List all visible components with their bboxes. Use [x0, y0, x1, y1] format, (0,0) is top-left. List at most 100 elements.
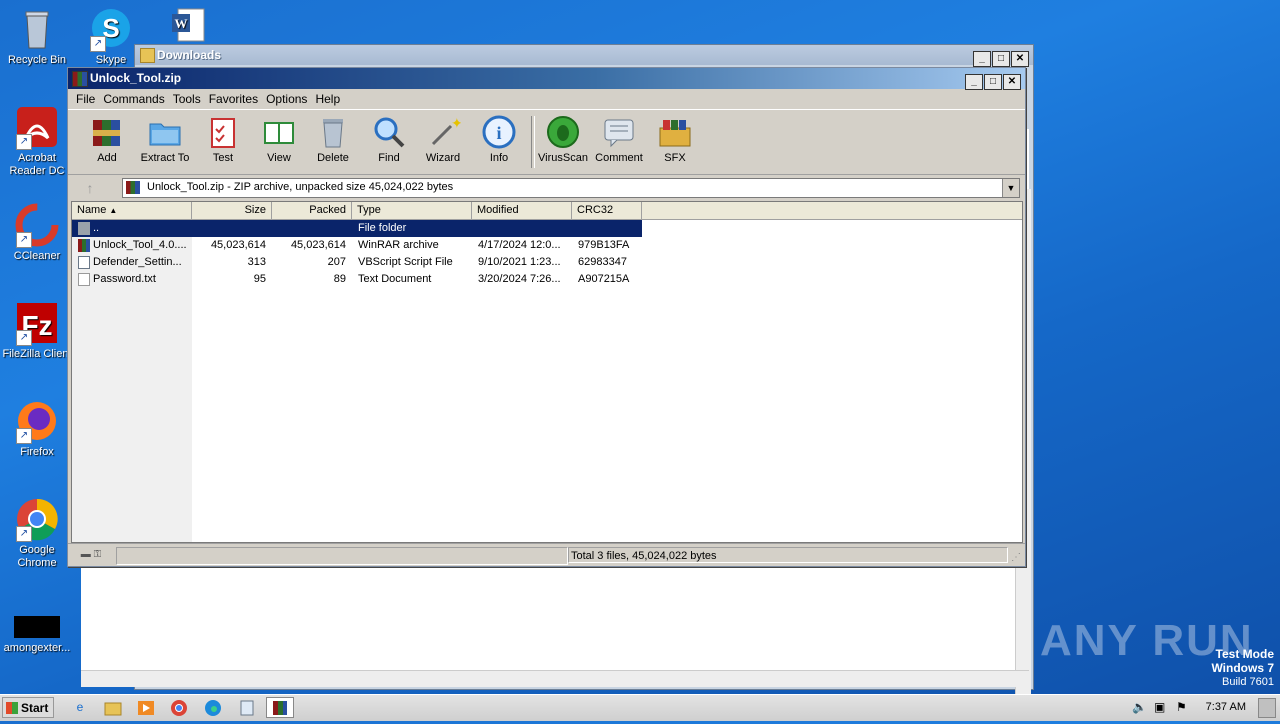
table-row[interactable]: Password.txt 95 89 Text Document 3/20/20… [72, 271, 642, 288]
row-size [192, 220, 266, 237]
up-arrow-icon[interactable]: ↑ [78, 179, 102, 197]
menu-help[interactable]: Help [311, 89, 344, 109]
table-row[interactable]: Defender_Settin... 313 207 VBScript Scri… [72, 254, 642, 271]
menu-favorites[interactable]: Favorites [205, 89, 262, 109]
column-crc32[interactable]: CRC32 [572, 202, 642, 219]
view-button[interactable]: View [250, 114, 308, 164]
toolbar-label: SFX [664, 152, 686, 164]
winrar-taskbar-icon[interactable] [266, 697, 294, 718]
test-mode-line1: Test Mode [1215, 647, 1274, 661]
filezilla-icon: Fz ↗ [14, 300, 60, 346]
media-player-taskbar-icon[interactable] [132, 697, 160, 718]
row-name: Password.txt [93, 273, 156, 285]
menu-commands[interactable]: Commands [99, 89, 168, 109]
test-button[interactable]: Test [194, 114, 252, 164]
row-packed [272, 220, 346, 237]
table-row[interactable]: Unlock_Tool_4.0.... 45,023,614 45,023,61… [72, 237, 642, 254]
virusscan-button[interactable]: VirusScan [534, 114, 592, 164]
svg-text:✦: ✦ [451, 116, 461, 132]
toolbar-label: Add [97, 152, 117, 164]
table-row-parent-folder[interactable]: .. File folder [72, 220, 642, 237]
sfx-button[interactable]: SFX [646, 114, 704, 164]
status-pane-left [116, 547, 568, 565]
desktop-icon-ccleaner[interactable]: ↗ CCleaner [0, 202, 74, 263]
acrobat-reader-icon: ↗ [14, 104, 60, 150]
winrar-app-icon [72, 71, 88, 87]
test-mode-notice: Test Mode Windows 7 Build 7601 [1211, 648, 1274, 689]
notepad-taskbar-icon[interactable] [233, 697, 261, 718]
close-button[interactable]: ✕ [1011, 51, 1029, 67]
desktop-icon-filezilla[interactable]: Fz ↗ FileZilla Client [0, 300, 74, 361]
extract-folder-icon [147, 114, 183, 150]
row-crc: 979B13FA [578, 239, 630, 251]
delete-button[interactable]: Delete [304, 114, 362, 164]
desktop-icon-label: Google Chrome [17, 544, 57, 569]
add-archive-icon [89, 114, 125, 150]
explorer-taskbar-icon[interactable] [99, 697, 127, 718]
desktop-icon-chrome[interactable]: ↗ Google Chrome [0, 496, 74, 570]
volume-icon[interactable]: 🔈 [1132, 700, 1147, 714]
winrar-window[interactable]: Unlock_Tool.zip _ □ ✕ File Commands Tools Fav… [67, 67, 1026, 567]
downloads-titlebar[interactable]: Downloads _ □ ✕ [135, 45, 1033, 67]
show-desktop-button[interactable] [1258, 698, 1276, 718]
chrome-taskbar-icon[interactable] [165, 697, 193, 718]
row-type: VBScript Script File [358, 256, 453, 268]
winrar-titlebar[interactable]: Unlock_Tool.zip _ □ ✕ [68, 68, 1025, 90]
desktop-icon-recycle-bin[interactable]: Recycle Bin [0, 6, 74, 67]
edge-taskbar-icon[interactable] [199, 697, 227, 718]
column-packed[interactable]: Packed [272, 202, 352, 219]
toolbar-label: Wizard [425, 152, 461, 164]
test-mode-line3: Build 7601 [1222, 676, 1274, 688]
extract-to-button[interactable]: Extract To [136, 114, 194, 164]
start-label: Start [21, 701, 49, 715]
horizontal-scrollbar[interactable] [81, 670, 1029, 687]
vbscript-file-icon [78, 256, 90, 269]
menu-file[interactable]: File [72, 89, 99, 109]
wizard-button[interactable]: ✦ Wizard [414, 114, 472, 164]
black-file-icon [14, 612, 60, 640]
start-button[interactable]: Start [2, 697, 54, 718]
test-mode-line2: Windows 7 [1211, 661, 1274, 675]
row-type: File folder [358, 222, 407, 234]
toolbar-label: View [267, 152, 291, 164]
row-name: .. [93, 222, 100, 234]
column-type[interactable]: Type [352, 202, 472, 219]
row-type: Text Document [358, 273, 432, 285]
add-button[interactable]: Add [78, 114, 136, 164]
column-name[interactable]: Name ▲ [72, 202, 192, 219]
virus-bug-icon [545, 114, 581, 150]
close-button[interactable]: ✕ [1003, 74, 1021, 90]
menu-tools[interactable]: Tools [169, 89, 205, 109]
minimize-button[interactable]: _ [965, 74, 983, 90]
shortcut-arrow-icon: ↗ [16, 428, 32, 444]
windows-logo-icon [6, 702, 18, 714]
action-center-flag-icon[interactable]: ⚑ [1176, 700, 1187, 714]
column-modified[interactable]: Modified [472, 202, 572, 219]
archive-path-field[interactable]: Unlock_Tool.zip - ZIP archive, unpacked … [122, 178, 1020, 198]
row-size: 95 [253, 273, 266, 285]
magic-wand-icon: ✦ [425, 114, 463, 150]
desktop-icon-acrobat[interactable]: ↗ Acrobat Reader DC [0, 104, 74, 178]
file-list[interactable]: Name ▲ Size Packed Type Modified CRC32 .… [71, 201, 1023, 543]
resize-grip-icon[interactable]: ⋰ [1011, 552, 1023, 564]
row-crc [578, 220, 642, 237]
comment-button[interactable]: Comment [590, 114, 648, 164]
clock[interactable]: 7:37 AM [1206, 701, 1246, 713]
network-icon[interactable]: ▣ [1154, 700, 1165, 714]
svg-text:W: W [175, 16, 188, 31]
find-button[interactable]: Find [360, 114, 418, 164]
minimize-button[interactable]: _ [973, 51, 991, 67]
maximize-button[interactable]: □ [984, 74, 1002, 90]
desktop-icon-label: CCleaner [13, 250, 61, 262]
sort-ascending-icon: ▲ [109, 206, 118, 215]
maximize-button[interactable]: □ [992, 51, 1010, 67]
desktop-icon-amongexter[interactable]: amongexter... [0, 612, 74, 655]
info-button[interactable]: i Info [470, 114, 528, 164]
row-size: 313 [247, 256, 266, 268]
dropdown-arrow-icon[interactable]: ▼ [1002, 179, 1019, 197]
ie-taskbar-icon[interactable]: e [66, 697, 94, 718]
folder-icon [140, 48, 155, 63]
menu-options[interactable]: Options [262, 89, 311, 109]
column-size[interactable]: Size [192, 202, 272, 219]
desktop-icon-firefox[interactable]: ↗ Firefox [0, 398, 74, 459]
